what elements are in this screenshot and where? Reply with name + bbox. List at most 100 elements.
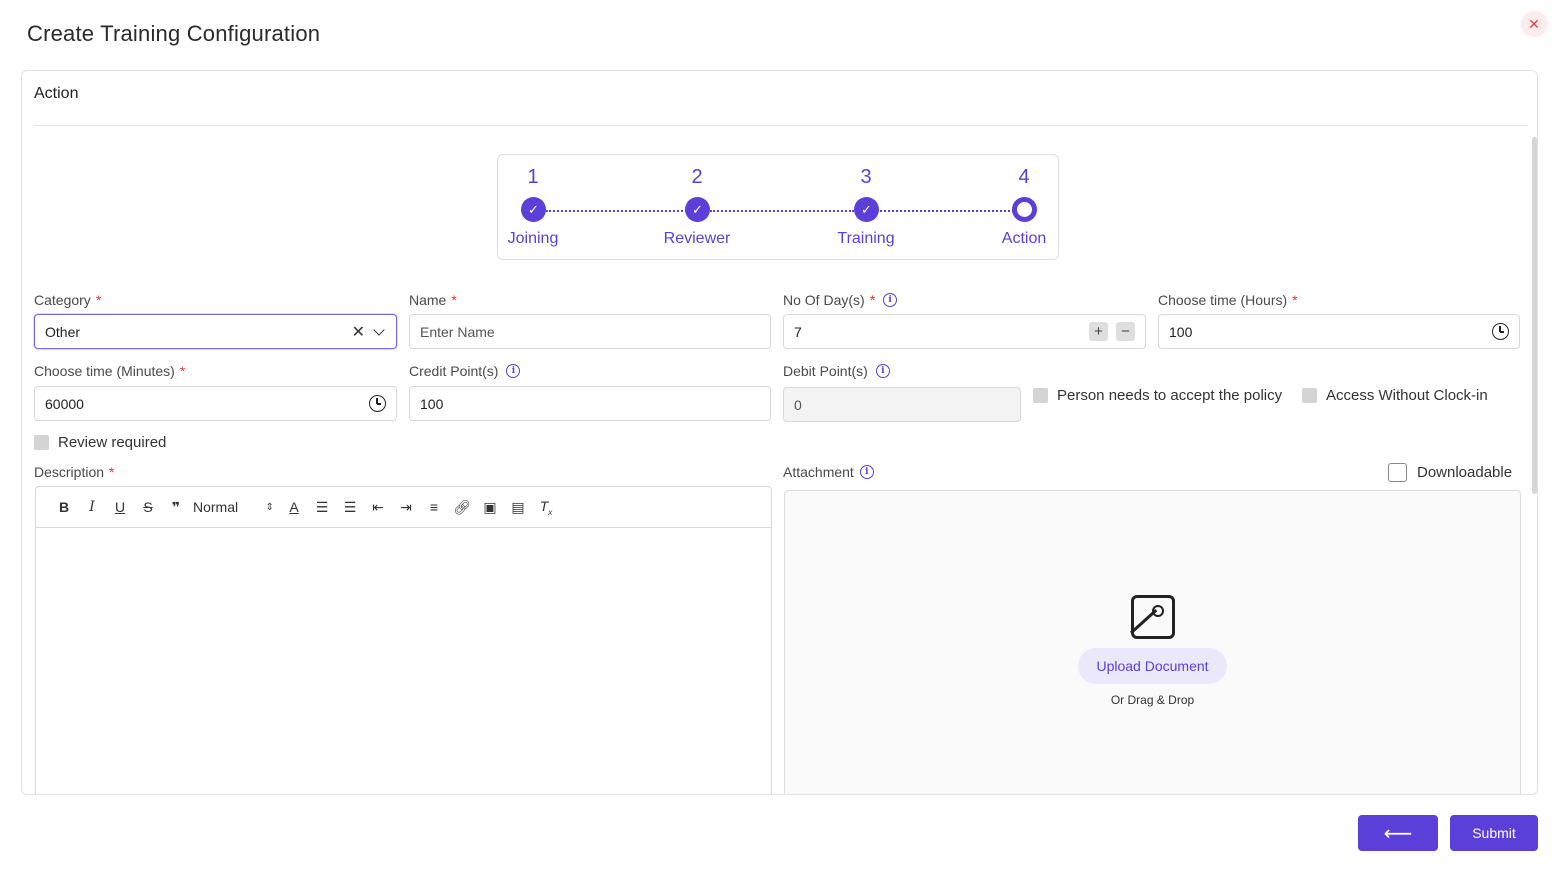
label-text: No Of Day(s) bbox=[783, 292, 865, 308]
strikethrough-icon[interactable]: S bbox=[134, 499, 162, 515]
bullet-list-icon[interactable]: ☰ bbox=[336, 499, 364, 516]
debit-value: 0 bbox=[794, 396, 802, 413]
clock-icon[interactable] bbox=[1492, 323, 1509, 340]
step-label: Reviewer bbox=[663, 230, 731, 247]
label-text: Choose time (Hours) bbox=[1158, 292, 1288, 308]
downloadable-checkbox[interactable]: Downloadable bbox=[1388, 463, 1512, 482]
step-number: 2 bbox=[691, 166, 703, 188]
underline-icon[interactable]: U bbox=[106, 499, 134, 515]
required-marker: * bbox=[179, 363, 186, 379]
bold-icon[interactable]: B bbox=[50, 499, 78, 515]
checkbox-label: Review required bbox=[58, 434, 167, 451]
step-number: 3 bbox=[860, 166, 872, 188]
back-button[interactable]: ⟵ bbox=[1358, 815, 1438, 851]
debit-input: 0 bbox=[783, 387, 1021, 422]
accept-policy-checkbox[interactable]: Person needs to accept the policy bbox=[1033, 387, 1282, 404]
upload-document-button[interactable]: Upload Document bbox=[1078, 648, 1227, 684]
select-arrows-icon: ⇕ bbox=[265, 501, 274, 513]
checkbox-box[interactable] bbox=[1033, 388, 1048, 403]
minutes-label: Choose time (Minutes) * bbox=[34, 363, 185, 379]
checkbox-box[interactable] bbox=[34, 435, 49, 450]
hours-label: Choose time (Hours) * bbox=[1158, 292, 1298, 308]
minus-icon[interactable]: − bbox=[1116, 322, 1135, 341]
checkbox-label: Person needs to accept the policy bbox=[1057, 387, 1283, 404]
drag-drop-text: Or Drag & Drop bbox=[1110, 693, 1195, 707]
image-upload-icon bbox=[1131, 595, 1175, 639]
info-icon[interactable]: i bbox=[859, 465, 874, 479]
access-without-clockin-checkbox[interactable]: Access Without Clock-in bbox=[1302, 387, 1488, 404]
checkbox-box[interactable] bbox=[1388, 463, 1407, 482]
label-text: Debit Point(s) bbox=[783, 363, 868, 379]
name-placeholder: Enter Name bbox=[420, 323, 495, 340]
divider bbox=[34, 125, 1528, 126]
hours-value: 100 bbox=[1169, 323, 1193, 340]
review-required-checkbox[interactable]: Review required bbox=[34, 434, 166, 451]
editor-content[interactable] bbox=[36, 528, 771, 794]
italic-icon[interactable]: I bbox=[78, 499, 106, 515]
indent-icon[interactable]: ⇥ bbox=[392, 499, 420, 516]
name-input[interactable]: Enter Name bbox=[409, 314, 771, 349]
heading-select[interactable]: Normal ⇕ bbox=[190, 499, 280, 515]
align-icon[interactable]: ≡ bbox=[420, 499, 448, 515]
outdent-icon[interactable]: ⇤ bbox=[364, 499, 392, 516]
step-label: Training bbox=[837, 230, 895, 247]
editor-toolbar: B I U S ❞ Normal ⇕ A ☰ ☰ ⇤ ⇥ ≡ 🔗︎ ▣ ▤ Tx bbox=[36, 487, 771, 528]
form-card: Action 1 ✓ Joining 2 ✓ Reviewer 3 ✓ Trai… bbox=[21, 70, 1538, 795]
required-marker: * bbox=[95, 292, 102, 308]
attachment-label: Attachment i bbox=[783, 464, 874, 480]
checkbox-box[interactable] bbox=[1302, 388, 1317, 403]
close-icon: ✕ bbox=[1528, 15, 1540, 32]
required-marker: * bbox=[109, 464, 115, 480]
label-text: Description bbox=[34, 464, 105, 480]
quote-icon[interactable]: ❞ bbox=[162, 499, 190, 516]
description-editor[interactable]: B I U S ❞ Normal ⇕ A ☰ ☰ ⇤ ⇥ ≡ 🔗︎ ▣ ▤ Tx bbox=[35, 486, 772, 794]
category-label: Category * bbox=[34, 292, 101, 308]
days-stepper[interactable]: 7 + − bbox=[783, 314, 1146, 349]
label-text: Name bbox=[409, 292, 447, 308]
text-color-icon[interactable]: A bbox=[280, 499, 308, 515]
arrow-left-icon: ⟵ bbox=[1383, 822, 1413, 845]
attachment-dropzone[interactable]: Upload Document Or Drag & Drop bbox=[784, 490, 1521, 794]
clear-format-icon[interactable]: Tx bbox=[532, 498, 560, 517]
check-icon: ✓ bbox=[854, 197, 879, 222]
clear-icon[interactable]: ✕ bbox=[352, 322, 365, 342]
modal-title: Create Training Configuration bbox=[27, 21, 321, 46]
required-marker: * bbox=[869, 292, 876, 308]
name-label: Name * bbox=[409, 292, 457, 308]
current-step-icon bbox=[1012, 197, 1037, 222]
days-value: 7 bbox=[794, 323, 802, 340]
step-number: 1 bbox=[527, 166, 539, 188]
section-title: Action bbox=[34, 85, 79, 102]
debit-label: Debit Point(s) i bbox=[783, 363, 890, 379]
category-select[interactable]: Other ✕ bbox=[34, 314, 397, 349]
info-icon[interactable]: i bbox=[875, 364, 890, 378]
credit-value: 100 bbox=[420, 395, 444, 412]
check-icon: ✓ bbox=[685, 197, 710, 222]
chevron-down-icon[interactable] bbox=[373, 323, 385, 336]
progress-stepper: 1 ✓ Joining 2 ✓ Reviewer 3 ✓ Training 4 … bbox=[497, 154, 1059, 260]
label-text: Credit Point(s) bbox=[409, 363, 499, 379]
step-connector bbox=[710, 210, 854, 212]
image-icon[interactable]: ▣ bbox=[476, 499, 504, 516]
scrollbar[interactable] bbox=[1532, 137, 1537, 494]
check-icon: ✓ bbox=[521, 197, 546, 222]
submit-button[interactable]: Submit bbox=[1450, 815, 1538, 851]
credit-label: Credit Point(s) i bbox=[409, 363, 521, 379]
close-button[interactable]: ✕ bbox=[1521, 11, 1547, 37]
hours-input[interactable]: 100 bbox=[1158, 314, 1520, 349]
info-icon[interactable]: i bbox=[883, 293, 898, 307]
category-value: Other bbox=[45, 323, 81, 340]
plus-icon[interactable]: + bbox=[1089, 322, 1108, 341]
clock-icon[interactable] bbox=[369, 395, 386, 412]
required-marker: * bbox=[451, 292, 457, 308]
label-text: Choose time (Minutes) bbox=[34, 363, 175, 379]
info-icon[interactable]: i bbox=[506, 364, 521, 378]
label-text: Attachment bbox=[783, 464, 854, 480]
ordered-list-icon[interactable]: ☰ bbox=[308, 499, 336, 516]
video-icon[interactable]: ▤ bbox=[504, 499, 532, 516]
minutes-input[interactable]: 60000 bbox=[34, 386, 397, 421]
credit-input[interactable]: 100 bbox=[409, 386, 771, 421]
step-number: 4 bbox=[1018, 166, 1030, 188]
link-icon[interactable]: 🔗︎ bbox=[448, 499, 476, 516]
step-connector bbox=[880, 210, 1014, 212]
